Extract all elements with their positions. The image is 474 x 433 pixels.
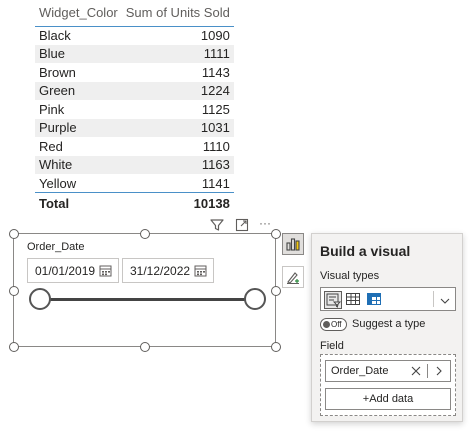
cell-color: White [35, 155, 122, 174]
filter-icon[interactable] [209, 217, 225, 233]
suggest-type-label: Suggest a type [352, 318, 426, 330]
total-label: Total [35, 192, 122, 215]
cell-color: Purple [35, 118, 122, 137]
focus-mode-icon[interactable] [234, 217, 250, 233]
units-table: Widget_Color Sum of Units Sold Black 1090… [35, 0, 234, 215]
total-value: 10138 [121, 192, 234, 215]
visual-types-label: Visual types [320, 270, 380, 282]
resize-handle-bottom[interactable] [140, 342, 150, 352]
chevron-down-icon[interactable] [439, 294, 451, 312]
table-row: Yellow 1141 [35, 174, 234, 193]
calendar-icon[interactable] [99, 264, 112, 280]
field-label: Field [320, 340, 344, 352]
cell-units: 1110 [202, 138, 230, 154]
table-row: Pink 1125 [35, 100, 234, 119]
toggle-knob [323, 321, 330, 328]
resize-handle-top-right[interactable] [271, 229, 281, 239]
resize-handle-top-left[interactable] [9, 229, 19, 239]
date-slicer[interactable]: Order_Date 01/01/2019 31/12/2022 [9, 229, 281, 352]
more-options-icon[interactable]: ··· [259, 217, 271, 233]
field-pill-order-date[interactable]: Order_Date [325, 360, 451, 382]
cell-color: Black [39, 28, 71, 43]
table-visual[interactable]: Widget_Color Sum of Units Sold Black 1090… [35, 0, 234, 215]
cell-color: Red [39, 138, 63, 154]
pane-title: Build a visual [320, 243, 411, 259]
picker-divider [433, 291, 434, 307]
table-row: Red 1110 [35, 137, 234, 156]
chevron-right-icon[interactable] [434, 366, 444, 379]
cell-units: 1224 [121, 81, 234, 100]
start-date-value: 01/01/2019 [35, 263, 96, 278]
slicer-title: Order_Date [27, 241, 85, 253]
table-row: Brown 1143 [35, 63, 234, 82]
range-end-thumb[interactable] [244, 288, 266, 310]
field-well[interactable]: Order_Date +Add data [320, 354, 456, 416]
calendar-icon[interactable] [194, 264, 207, 280]
cell-units: 1163 [121, 155, 234, 174]
toggle-state-label: Off [331, 320, 342, 329]
format-paintbrush-icon [287, 272, 299, 284]
table-row: Blue 1111 [35, 44, 234, 63]
build-visual-pane: Build a visual Visual types Off Suggest … [311, 233, 463, 422]
visual-header: ··· [209, 217, 271, 233]
date-range-track[interactable] [40, 298, 256, 301]
resize-handle-bottom-right[interactable] [271, 342, 281, 352]
column-header-widget-color[interactable]: Widget_Color [35, 0, 122, 27]
cell-color: Blue [35, 44, 122, 63]
end-date-value: 31/12/2022 [130, 263, 191, 278]
range-start-thumb[interactable] [29, 288, 51, 310]
remove-field-icon[interactable] [410, 365, 422, 380]
resize-handle-right[interactable] [271, 286, 281, 296]
table-row: Purple 1031 [35, 118, 234, 137]
resize-handle-left[interactable] [9, 286, 19, 296]
table-icon[interactable] [345, 291, 363, 309]
table-row: Green 1224 [35, 81, 234, 100]
field-name: Order_Date [331, 365, 389, 377]
suggest-type-toggle[interactable]: Off [320, 318, 347, 331]
cell-color: Green [35, 81, 122, 100]
report-canvas: Widget_Color Sum of Units Sold Black 1090… [0, 0, 474, 433]
matrix-icon[interactable] [366, 291, 384, 309]
cell-color: Pink [39, 101, 65, 117]
start-date-input[interactable]: 01/01/2019 [27, 258, 119, 283]
resize-handle-top[interactable] [140, 229, 150, 239]
end-date-input[interactable]: 31/12/2022 [122, 258, 214, 283]
cell-units: 1031 [121, 118, 234, 137]
cell-units: 1143 [201, 64, 230, 80]
add-data-button[interactable]: +Add data [325, 388, 451, 410]
table-header-row: Widget_Color Sum of Units Sold [35, 0, 234, 27]
column-header-units-sold[interactable]: Sum of Units Sold [121, 0, 234, 27]
build-visual-icon [286, 238, 300, 251]
cell-units: 1090 [200, 28, 230, 43]
build-visual-button[interactable] [282, 233, 304, 255]
pill-divider [427, 364, 428, 378]
format-visual-button[interactable] [282, 266, 304, 288]
resize-handle-bottom-left[interactable] [9, 342, 19, 352]
slicer-icon[interactable] [324, 291, 342, 309]
visual-types-picker[interactable] [320, 287, 456, 311]
table-row: White 1163 [35, 155, 234, 174]
cell-units: 1141 [201, 175, 230, 191]
table-total-row: Total 10138 [35, 192, 234, 215]
cell-color: Yellow [39, 175, 77, 191]
cell-color: Brown [39, 64, 76, 80]
cell-units: 1125 [201, 101, 230, 117]
table-row: Black 1090 [35, 26, 234, 45]
cell-units: 1111 [121, 44, 234, 63]
